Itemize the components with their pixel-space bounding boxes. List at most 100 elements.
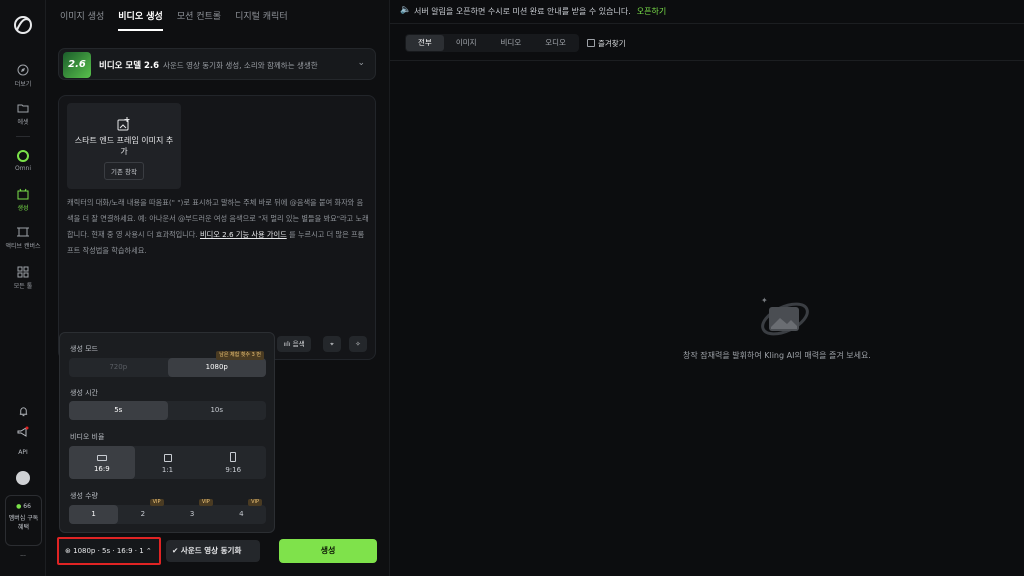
prompt-textarea[interactable]: 캐릭터의 대화/노래 내용을 따옴표(" ")로 표시하고 말하는 주체 바로 …	[67, 195, 369, 259]
folder-icon	[17, 104, 29, 113]
model-name: 비디오 모델 2.6	[99, 61, 160, 71]
vip-badge: VIP	[248, 499, 262, 506]
check-circle-icon: ✔	[172, 546, 179, 555]
guide-link[interactable]: 비디오 2.6 기능 사용 가이드	[200, 230, 287, 239]
announcement-button[interactable]	[0, 426, 46, 440]
api-link[interactable]: API	[0, 449, 46, 456]
sound-sync-toggle[interactable]: ✔ 사운드 영상 동기화	[166, 540, 260, 562]
mode-selector: 720p 1080p 남은 체험 횟수 3 번	[69, 351, 266, 377]
mode-1080p[interactable]: 1080p 남은 체험 횟수 3 번	[167, 351, 266, 377]
kling-logo-icon[interactable]	[12, 14, 34, 36]
rail-label: 에셋	[17, 119, 29, 126]
notice-message: 서버 알림을 오픈하면 수시로 미션 완료 안내를 받을 수 있습니다.	[414, 7, 631, 16]
membership-label: 멤버십 구독 혜택	[8, 515, 39, 531]
magic-icon: ✧	[355, 340, 361, 348]
creation-tabs: 이미지 생성 비디오 생성 모션 컨트롤 디지털 캐릭터	[60, 9, 288, 31]
canvas-icon	[17, 227, 29, 237]
rail-item-omni[interactable]: Omni	[0, 150, 46, 172]
rail-item-explore[interactable]: 더보기	[0, 64, 46, 88]
filter-image[interactable]: 이미지	[444, 35, 489, 51]
count-selector: 1 2 VIP 3 VIP 4 VIP	[69, 499, 266, 524]
ratio-16-9[interactable]: 16:9	[69, 446, 135, 479]
start-end-frame-upload[interactable]: 스타트 엔드 프레임 이미지 추가 기존 창작	[67, 103, 181, 189]
model-selector[interactable]: 2.6 비디오 모델 2.6 사운드 영상 동기화 생성, 소리와 함께하는 생…	[58, 48, 376, 80]
settings-summary-button[interactable]: ⊛ 1080p · 5s · 16:9 · 1 ⌃	[57, 537, 161, 565]
header-divider	[390, 60, 1024, 61]
empty-state-message: 창작 잠재력을 발휘하여 Kling AI의 매력을 즐겨 보세요.	[683, 351, 871, 360]
duration-selector: 5s 10s	[69, 401, 266, 420]
omni-icon	[17, 150, 29, 162]
model-thumbnail: 2.6	[63, 52, 91, 78]
count-3-label: 3	[189, 510, 195, 518]
duration-5s[interactable]: 5s	[69, 401, 168, 420]
ratio-label-1-1: 1:1	[161, 466, 174, 474]
rail-label: 생성	[17, 205, 29, 212]
tab-motion-control[interactable]: 모션 컨트롤	[177, 9, 221, 31]
credits-count: ● 66	[16, 503, 31, 510]
filter-video[interactable]: 비디오	[489, 35, 534, 51]
rail-label: Omni	[14, 165, 32, 172]
membership-box[interactable]: ● 66 멤버십 구독 혜택	[5, 495, 42, 546]
vip-badge: VIP	[198, 499, 213, 506]
rail-label: 더보기	[14, 81, 32, 88]
pin-icon: ⌖	[330, 340, 334, 348]
tab-image[interactable]: 이미지 생성	[60, 9, 104, 31]
mode-720p[interactable]: 720p	[69, 358, 168, 377]
existing-creation-button[interactable]: 기존 창작	[104, 162, 144, 180]
rail-item-all-tools[interactable]: 모든 툴	[0, 266, 46, 290]
checkbox-icon	[587, 39, 595, 47]
magic-button[interactable]: ✧	[349, 336, 367, 352]
grid-icon	[17, 266, 29, 278]
filter-all[interactable]: 전부	[406, 35, 444, 51]
favorites-checkbox[interactable]: 즐겨찾기	[587, 38, 626, 49]
ratio-label-16-9: 16:9	[93, 465, 110, 473]
more-button[interactable]: ···	[0, 553, 46, 560]
tab-digital-character[interactable]: 디지털 캐릭터	[235, 9, 288, 31]
image-add-icon	[117, 117, 130, 131]
credit-icon: ●	[16, 503, 22, 510]
tab-video[interactable]: 비디오 생성	[118, 9, 163, 31]
landscape-icon	[96, 455, 107, 461]
mode-1080p-label: 1080p	[205, 363, 228, 371]
count-2[interactable]: 2 VIP	[118, 499, 167, 524]
chevron-up-icon: ⌃	[145, 547, 152, 555]
count-4-label: 4	[239, 510, 244, 518]
count-4[interactable]: 4 VIP	[217, 499, 266, 524]
trial-badge: 남은 체험 횟수 3 번	[216, 351, 264, 360]
generate-button[interactable]: 생성	[279, 539, 377, 563]
bell-icon	[19, 407, 27, 417]
ratio-1-1[interactable]: 1:1	[135, 446, 201, 479]
sound-sync-label: 사운드 영상 동기화	[180, 546, 242, 555]
count-1[interactable]: 1	[69, 505, 119, 524]
square-icon	[163, 454, 172, 462]
avatar[interactable]	[16, 471, 30, 485]
settings-summary: 1080p · 5s · 16:9 · 1	[73, 547, 144, 555]
notification-button[interactable]	[0, 406, 46, 419]
empty-state-icon: ✦	[761, 296, 809, 336]
filter-audio[interactable]: 오디오	[533, 35, 578, 51]
ratio-9-16[interactable]: 9:16	[200, 446, 266, 479]
prompt-editor: 스타트 엔드 프레임 이미지 추가 기존 창작 캐릭터의 대화/노래 내용을 따…	[58, 95, 376, 360]
portrait-icon	[230, 452, 237, 462]
location-button[interactable]: ⌖	[323, 336, 341, 352]
svg-text:✦: ✦	[761, 296, 768, 305]
voice-label: 음색	[292, 340, 305, 348]
count-3[interactable]: 3 VIP	[168, 499, 217, 524]
notice-open-link[interactable]: 오픈하기	[637, 7, 666, 16]
mode-label: 생성 모드	[70, 345, 98, 353]
notice-text: 서버 알림을 오픈하면 수시로 미션 완료 안내를 받을 수 있습니다. 오픈하기	[414, 6, 666, 17]
count-label: 생성 수량	[70, 492, 98, 500]
notice-bar: 🔈 서버 알림을 오픈하면 수시로 미션 완료 안내를 받을 수 있습니다. 오픈…	[390, 0, 1024, 24]
duration-10s[interactable]: 10s	[168, 401, 267, 420]
ratio-label-9-16: 9:16	[225, 466, 242, 474]
vip-badge: VIP	[149, 499, 164, 506]
voice-button[interactable]: ıılı 음색	[277, 336, 311, 352]
duration-label: 생성 시간	[70, 389, 98, 397]
rail-item-assets[interactable]: 에셋	[0, 102, 46, 126]
compass-icon	[17, 64, 29, 76]
settings-icon: ⊛	[65, 547, 71, 555]
rail-item-canvas[interactable]: 액티브 캔버스	[0, 226, 46, 250]
generation-settings-popover: 생성 모드 720p 1080p 남은 체험 횟수 3 번 생성 시간 5s 1…	[59, 332, 275, 533]
rail-item-create[interactable]: 생성	[0, 188, 46, 212]
model-description: 사운드 영상 동기화 생성, 소리와 함께하는 생생한	[163, 61, 318, 70]
